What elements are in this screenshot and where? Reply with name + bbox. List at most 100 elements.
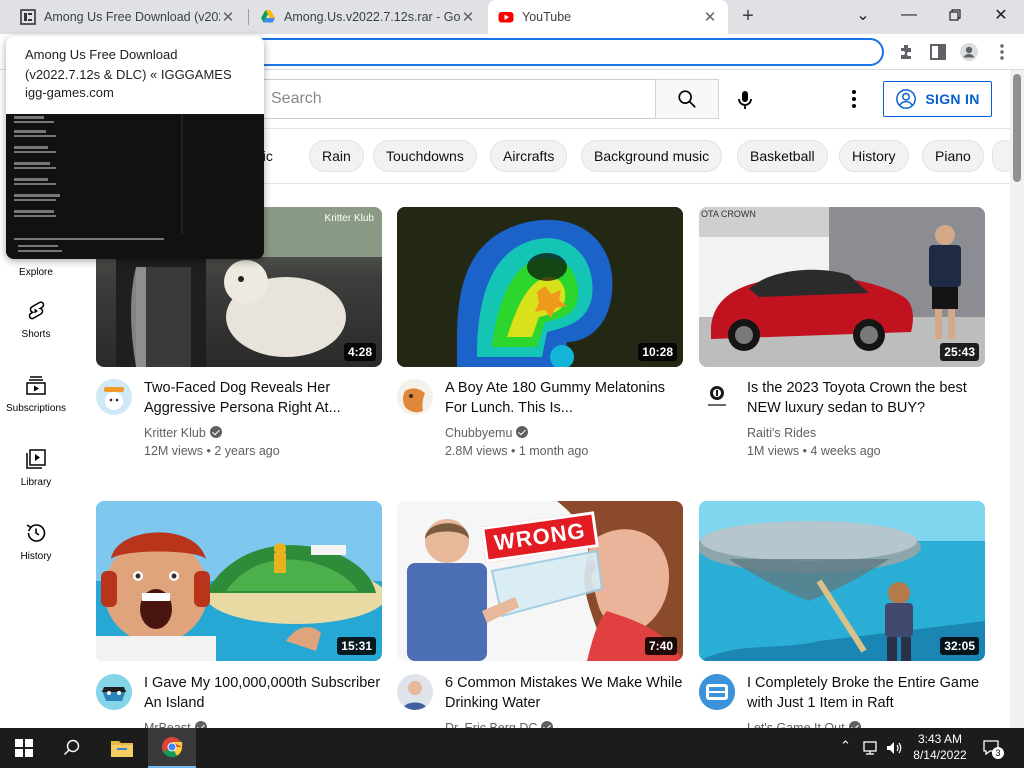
video-thumbnail[interactable]: 10:28 <box>397 207 683 367</box>
google-drive-icon <box>261 10 275 23</box>
duration-badge: 25:43 <box>940 343 979 361</box>
hover-card-preview <box>6 114 264 259</box>
video-title[interactable]: I Completely Broke the Entire Game with … <box>747 673 985 713</box>
video-title[interactable]: Two-Faced Dog Reveals Her Aggressive Per… <box>144 378 382 418</box>
chip-overflow[interactable] <box>992 140 1010 172</box>
chip[interactable]: Piano <box>922 140 984 172</box>
minimize-button[interactable]: — <box>886 0 932 30</box>
guide-item-library[interactable]: Library <box>0 430 72 504</box>
close-tab-icon[interactable]: ✕ <box>702 8 718 26</box>
chip[interactable]: Aircrafts <box>490 140 568 172</box>
channel-avatar-image <box>397 379 433 415</box>
close-window-button[interactable]: ✕ <box>978 0 1024 30</box>
avatar[interactable] <box>699 674 735 710</box>
avatar[interactable] <box>699 379 735 415</box>
tab-title: YouTube <box>522 10 572 24</box>
search-icon <box>678 90 696 108</box>
chip[interactable]: History <box>839 140 909 172</box>
close-tab-icon[interactable]: ✕ <box>460 8 476 26</box>
guide-item-shorts[interactable]: Shorts <box>0 282 72 356</box>
tab-google-drive[interactable]: Among.Us.v2022.7.12s.rar - Goog ✕ <box>250 0 486 34</box>
guide-item-subscriptions[interactable]: Subscriptions <box>0 356 72 430</box>
video-title[interactable]: 6 Common Mistakes We Make While Drinking… <box>445 673 683 713</box>
page-preview-image <box>6 114 264 259</box>
clock-time: 3:43 AM <box>917 732 963 746</box>
taskbar-search-button[interactable] <box>48 728 96 768</box>
channel-name[interactable]: Chubbyemu <box>445 426 512 440</box>
page-scrollbar[interactable] <box>1010 70 1024 728</box>
action-center-button[interactable]: 3 <box>982 738 1004 759</box>
tab-search-icon[interactable]: ⌄ <box>840 0 886 30</box>
thumb-watermark: OTA CROWN <box>701 209 756 219</box>
start-button[interactable] <box>0 728 48 768</box>
folder-icon <box>111 741 133 757</box>
restore-icon <box>949 9 961 21</box>
chip[interactable]: Background music <box>581 140 723 172</box>
avatar[interactable] <box>397 379 433 415</box>
video-title[interactable]: Is the 2023 Toyota Crown the best NEW lu… <box>747 378 985 418</box>
search-button[interactable] <box>655 79 719 119</box>
hover-card-title: Among Us Free Download (v2022.7.12s & DL… <box>25 47 232 82</box>
show-hidden-icons-icon[interactable]: ⌃ <box>840 738 851 754</box>
chip[interactable]: Rain <box>309 140 364 172</box>
guide-label: Library <box>20 476 52 488</box>
chrome-taskbar-button[interactable] <box>148 728 196 768</box>
file-explorer-button[interactable] <box>98 728 146 768</box>
tab-youtube[interactable]: YouTube ✕ <box>488 0 728 34</box>
voice-search-button[interactable] <box>727 82 763 118</box>
side-panel-icon[interactable] <box>928 42 948 62</box>
taskbar-clock[interactable]: 3:43 AM 8/14/2022 <box>908 731 972 763</box>
history-icon <box>26 523 46 542</box>
channel-name[interactable]: Raiti's Rides <box>747 426 816 440</box>
new-tab-button[interactable]: + <box>736 4 760 28</box>
address-bar[interactable] <box>200 38 884 66</box>
network-icon[interactable] <box>862 740 880 756</box>
video-thumbnail[interactable]: OTA CROWN 25:43 <box>699 207 985 367</box>
profile-icon[interactable] <box>959 42 979 62</box>
video-title[interactable]: A Boy Ate 180 Gummy Melatonins For Lunch… <box>445 378 683 418</box>
search-icon <box>64 739 80 755</box>
duration-badge: 15:31 <box>337 637 376 655</box>
close-tab-icon[interactable]: ✕ <box>220 8 236 26</box>
channel-avatar-image <box>699 674 735 710</box>
avatar[interactable] <box>96 379 132 415</box>
chip[interactable]: Touchdowns <box>373 140 477 172</box>
guide-item-history[interactable]: History <box>0 504 72 578</box>
channel-name[interactable]: Kritter Klub <box>144 426 206 440</box>
search-box[interactable] <box>258 79 656 119</box>
channel-avatar-image <box>699 379 735 415</box>
settings-menu-button[interactable] <box>840 84 868 114</box>
video-meta: 12M views • 2 years ago <box>144 444 280 458</box>
video-meta: 1M views • 4 weeks ago <box>747 444 881 458</box>
tab-igggames[interactable]: Among Us Free Download (v2022 ✕ <box>10 0 246 34</box>
more-vert-icon <box>852 90 856 108</box>
scrollbar-thumb[interactable] <box>1013 74 1021 182</box>
volume-icon[interactable] <box>886 740 904 756</box>
avatar[interactable] <box>397 674 433 710</box>
duration-badge: 7:40 <box>644 637 677 655</box>
search-input[interactable] <box>271 90 656 108</box>
library-icon <box>26 448 46 469</box>
hover-card-domain: igg-games.com <box>25 85 114 100</box>
sign-in-button[interactable]: SIGN IN <box>883 81 992 117</box>
video-title[interactable]: I Gave My 100,000,000th Subscriber An Is… <box>144 673 382 713</box>
restore-button[interactable] <box>932 0 978 30</box>
channel-avatar-image <box>96 674 132 710</box>
duration-badge: 10:28 <box>638 343 677 361</box>
video-thumbnail[interactable]: WRONG 7:40 <box>397 501 683 661</box>
video-thumbnail[interactable]: 32:05 <box>699 501 985 661</box>
tab-strip: Among Us Free Download (v2022 ✕ Among.Us… <box>0 0 1024 34</box>
clock-date: 8/14/2022 <box>913 748 967 762</box>
chrome-icon <box>162 737 183 758</box>
guide-label: History <box>20 550 52 562</box>
channel-line: Chubbyemu <box>445 424 683 442</box>
extensions-icon[interactable] <box>896 42 916 62</box>
guide-label: Subscriptions <box>5 402 67 414</box>
avatar[interactable] <box>96 674 132 710</box>
video-thumbnail[interactable]: 15:31 <box>96 501 382 661</box>
igggames-icon <box>20 9 36 25</box>
video-meta: 2.8M views • 1 month ago <box>445 444 589 458</box>
tab-title: Among Us Free Download (v2022 <box>44 10 220 24</box>
chip[interactable]: Basketball <box>737 140 828 172</box>
chrome-menu-icon[interactable] <box>992 42 1012 62</box>
